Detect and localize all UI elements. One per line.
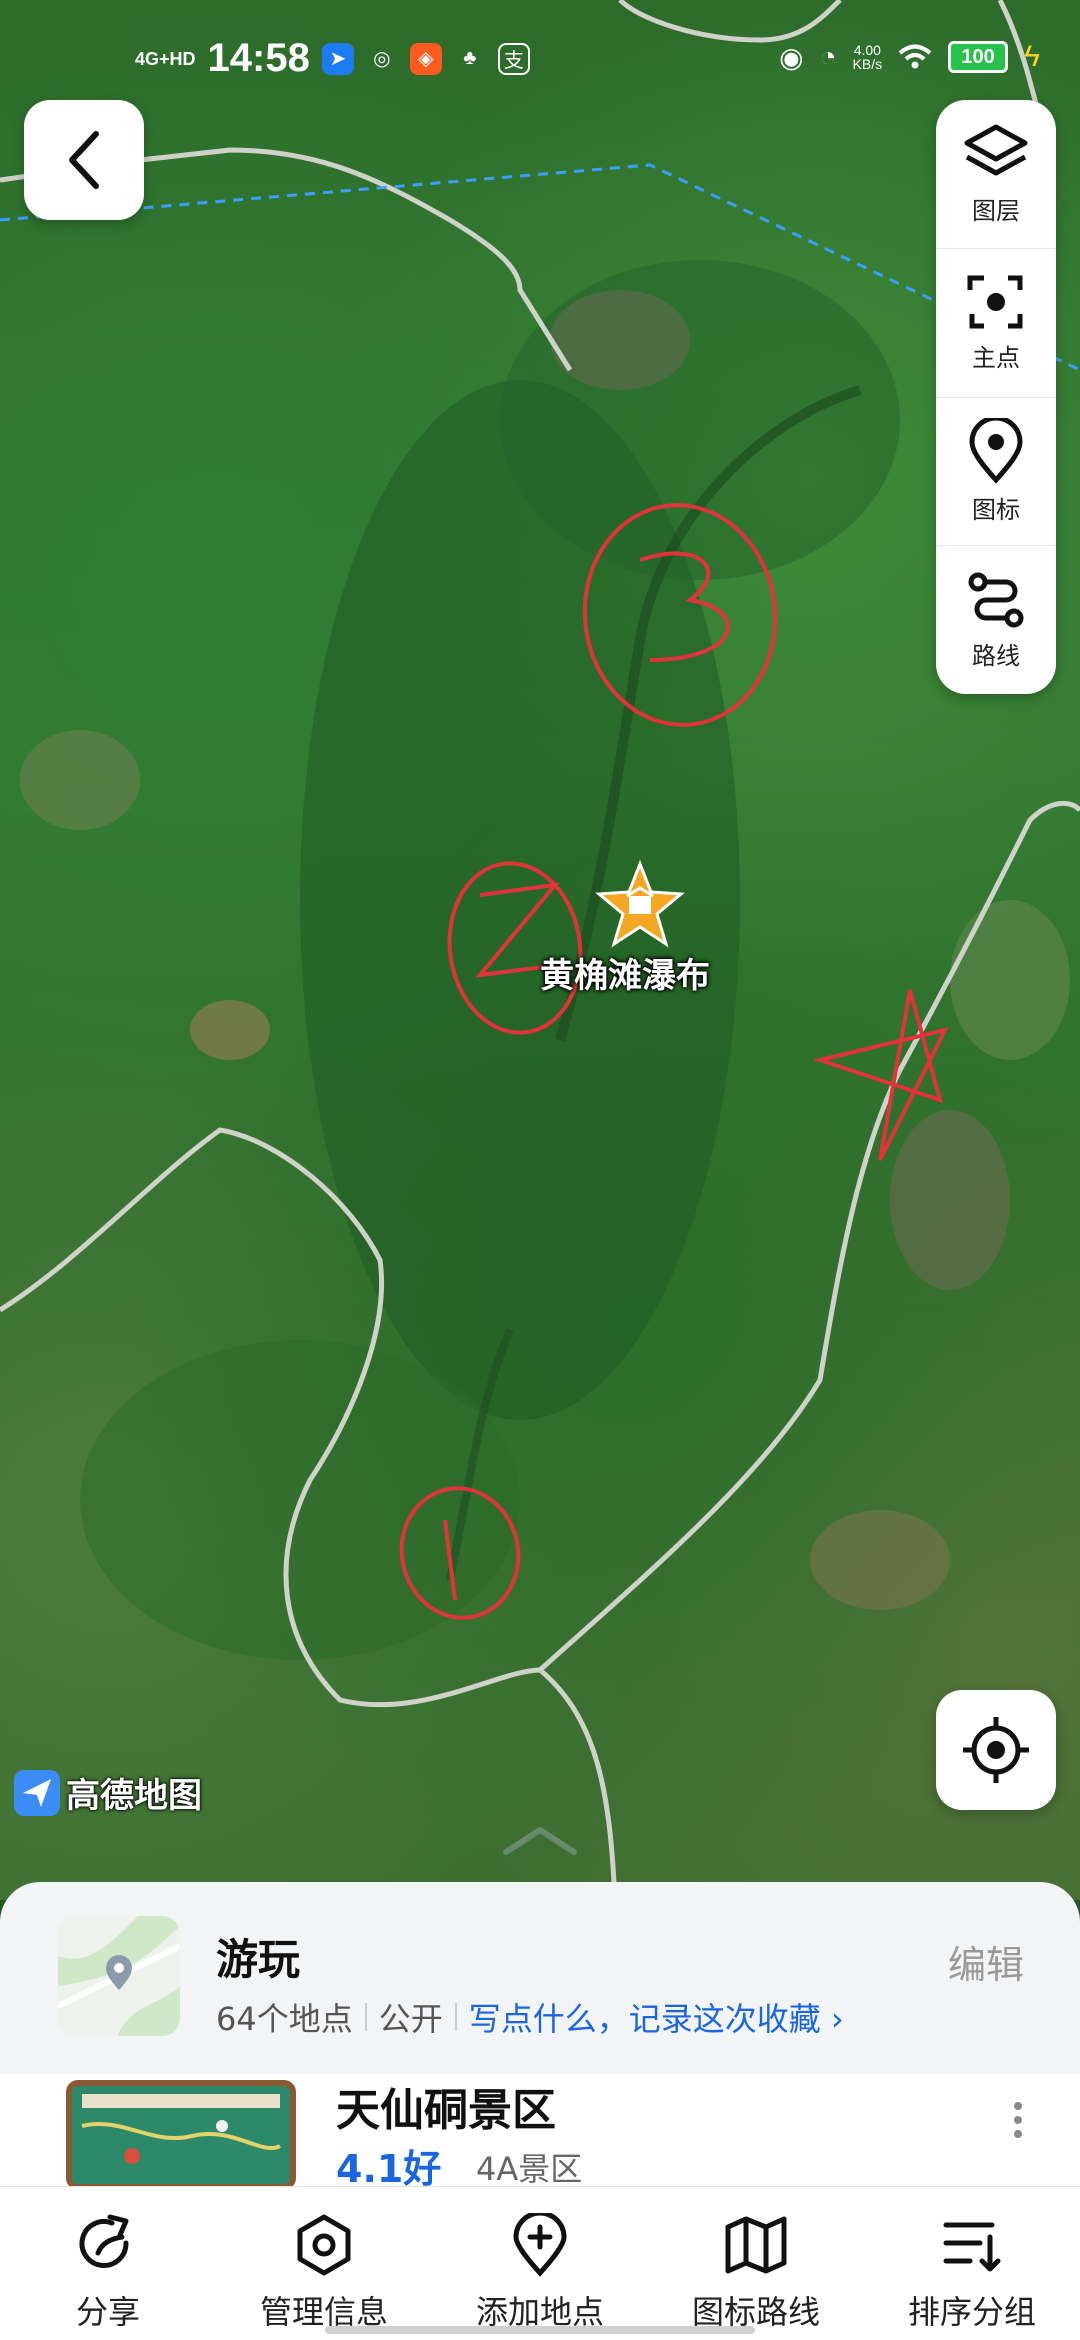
wifi-icon	[898, 44, 932, 69]
tool-icons[interactable]: 图标	[936, 396, 1056, 546]
place-thumbnail	[66, 2080, 296, 2190]
more-options-icon[interactable]	[1012, 2100, 1024, 2140]
sort-icon	[943, 2222, 1001, 2272]
place-name: 天仙硐景区	[336, 2085, 556, 2136]
clock: 14:58	[207, 36, 310, 80]
add-location-icon	[513, 2213, 567, 2277]
tool-label: 路线	[972, 641, 1020, 670]
back-button[interactable]	[24, 100, 144, 220]
qq-icon: ♣	[463, 47, 477, 69]
pin-icon	[969, 417, 1023, 484]
collection-cover[interactable]	[58, 1916, 180, 2036]
star-marker-icon	[595, 859, 685, 948]
place-count: 64个地点	[216, 2000, 353, 2038]
edit-button[interactable]: 编辑	[948, 1934, 1024, 1989]
share-icon	[79, 2214, 129, 2268]
map-provider-logo: 高德地图	[14, 1768, 202, 1817]
write-note-link[interactable]: 写点什么，记录这次收藏 ›	[469, 1994, 844, 2040]
manage-info-button[interactable]: 管理信息	[216, 2187, 432, 2340]
manage-icon	[297, 2214, 351, 2276]
poi-name: 黄桷滩瀑布	[540, 956, 710, 996]
tool-label: 图层	[972, 197, 1020, 226]
home-indicator[interactable]	[325, 2326, 755, 2334]
status-bar: 4G+HD 14:58 ➤ ◎ ◈ ♣ 支 ◉ ◔ 4.00 KB/s 100 …	[0, 0, 1080, 120]
tool-layers[interactable]: 图层	[936, 100, 1056, 248]
tool-route[interactable]: 路线	[936, 545, 1056, 694]
location-status-icon: ◉	[779, 41, 804, 73]
net-speed: 4.00 KB/s	[852, 42, 883, 72]
chevron-left-icon	[69, 131, 99, 189]
tool-label: 主点	[972, 344, 1020, 373]
collection-meta: 64个地点 公开 写点什么，记录这次收藏 ›	[216, 1994, 844, 2040]
tool-main-point[interactable]: 主点	[936, 247, 1056, 397]
sort-group-button[interactable]: 排序分组	[864, 2187, 1080, 2340]
bottom-action-bar: 分享 管理信息 添加地点 图标路线 排序分组	[0, 2186, 1080, 2340]
crosshair-icon	[963, 1717, 1029, 1783]
visibility-label: 公开	[378, 2000, 443, 2038]
icon-route-button[interactable]: 图标路线	[648, 2187, 864, 2340]
battery-indicator: 100	[948, 41, 1009, 73]
divider	[364, 2003, 367, 2031]
chevron-right-icon: ›	[830, 2000, 844, 2038]
place-rating: 4.1好	[336, 2147, 442, 2191]
app-notification-icon: ➤	[321, 42, 354, 75]
app-notification-icon: ◎	[373, 48, 391, 70]
divider	[454, 2003, 457, 2031]
poi-marker[interactable]: 黄桷滩瀑布	[540, 859, 740, 997]
map-tools-panel: 图层 主点 图标 路线	[936, 100, 1056, 694]
add-location-button[interactable]: 添加地点	[432, 2187, 648, 2340]
collection-header: 游玩 64个地点 公开 写点什么，记录这次收藏 › 编辑	[0, 1882, 1080, 2074]
sheet-expand-handle-icon[interactable]	[500, 1822, 580, 1862]
network-indicator: 4G+HD	[135, 48, 196, 69]
layers-icon	[964, 124, 1028, 176]
focus-icon	[967, 275, 1023, 329]
tool-label: 图标	[972, 495, 1020, 524]
alarm-icon: ◔	[819, 41, 837, 72]
route-icon	[968, 572, 1024, 628]
charging-icon: ϟ	[1024, 40, 1040, 73]
app-notification-icon: ◈	[409, 42, 442, 75]
share-button[interactable]: 分享	[0, 2187, 216, 2340]
collection-title: 游玩	[216, 1935, 301, 1984]
amap-logo-icon	[14, 1769, 60, 1816]
place-tag: 4A景区	[476, 2150, 583, 2188]
map-thumbnail-icon	[58, 1916, 180, 2036]
alipay-icon: 支	[497, 42, 530, 75]
map-route-icon	[725, 2216, 787, 2274]
list-item[interactable]: 天仙硐景区 4.1好 4A景区	[0, 2074, 1080, 2191]
my-location-button[interactable]	[936, 1690, 1056, 1810]
